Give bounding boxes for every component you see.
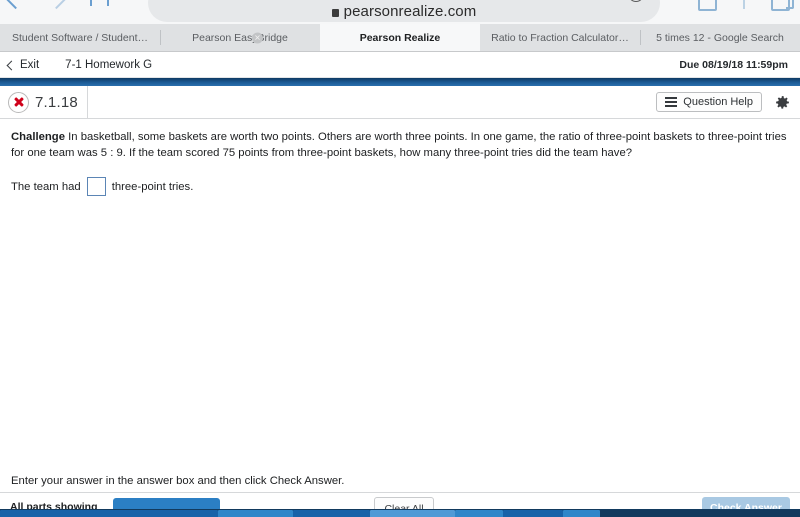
taskbar-window-0[interactable]: [0, 510, 219, 517]
answer-input[interactable]: [86, 177, 106, 196]
browser-tab-3[interactable]: Ratio to Fraction Calculator…: [480, 24, 640, 51]
browser-tab-label: Pearson Realize: [359, 31, 441, 44]
lock-icon: [331, 9, 339, 17]
brand-divider: [0, 78, 800, 86]
gear-icon[interactable]: [774, 94, 791, 111]
tab-overview-icon[interactable]: [698, 0, 717, 11]
assignment-title: 7-1 Homework G: [65, 59, 153, 71]
due-date: Due 08/19/18 11:59pm: [679, 59, 788, 71]
question-toolbar: 7.1.18 Question Help: [0, 85, 800, 119]
instruction-text: Enter your answer in the answer box and …: [11, 475, 345, 487]
taskbar-window-1[interactable]: [218, 510, 294, 517]
clear-all-button[interactable]: Clear All: [374, 497, 434, 509]
taskbar-window-4[interactable]: [454, 510, 504, 517]
question-label: Challenge: [11, 131, 65, 143]
browser-tab-label: Student Software / Student…: [12, 31, 148, 44]
chevron-left-icon: [6, 60, 17, 70]
all-parts-label: All parts showing: [10, 501, 98, 509]
question-statement: In basketball, some baskets are worth tw…: [11, 131, 787, 159]
browser-toolbar: pearsonrealize.com: [0, 0, 800, 24]
browser-tab-2[interactable]: Pearson Realize: [320, 24, 480, 51]
check-answer-button[interactable]: Check Answer: [702, 497, 790, 509]
os-taskbar: [0, 509, 800, 517]
address-bar[interactable]: pearsonrealize.com: [148, 0, 660, 22]
question-help-button[interactable]: Question Help: [656, 92, 762, 112]
browser-tab-4[interactable]: 5 times 12 - Google Search: [640, 24, 800, 51]
browser-tab-label: Pearson EasyBridge: [192, 31, 288, 44]
question-help-label: Question Help: [683, 96, 753, 108]
instruction-bar: Enter your answer in the answer box and …: [0, 470, 800, 493]
url-text: pearsonrealize.com: [343, 3, 477, 20]
browser-tab-0[interactable]: Student Software / Student…: [0, 24, 160, 51]
list-icon: [665, 97, 678, 107]
browser-tabstrip: Student Software / Student… Pearson Easy…: [0, 24, 800, 52]
browser-tab-label: Ratio to Fraction Calculator…: [491, 31, 629, 44]
browser-toolbar-right: [698, 0, 794, 11]
exit-button-label: Exit: [20, 59, 40, 71]
question-text: Challenge In basketball, some baskets ar…: [11, 130, 789, 161]
taskbar-window-2[interactable]: [293, 510, 370, 517]
action-bar: All parts showing Clear All Check Answer: [0, 493, 800, 509]
show-parts-button[interactable]: [113, 498, 220, 509]
question-body: Challenge In basketball, some baskets ar…: [0, 119, 800, 470]
answer-suffix: three-point tries.: [111, 180, 194, 193]
red-x-icon: [8, 91, 29, 113]
close-icon[interactable]: ✕: [252, 32, 263, 43]
forward-icon[interactable]: [45, 0, 68, 9]
browser-window: pearsonrealize.com Student Software / St…: [0, 0, 800, 517]
taskbar-window-6[interactable]: [563, 510, 600, 517]
assignment-header: Exit 7-1 Homework G Due 08/19/18 11:59pm: [0, 53, 800, 78]
browser-tab-label: 5 times 12 - Google Search: [656, 31, 784, 44]
browser-tab-1[interactable]: Pearson EasyBridge ✕: [160, 24, 320, 51]
question-toolbar-actions: Question Help: [656, 92, 800, 112]
answer-sentence: The team had three-point tries.: [11, 177, 789, 196]
taskbar-window-3[interactable]: [369, 510, 455, 517]
divider-icon: [743, 0, 745, 9]
browser-nav-icons: [4, 0, 109, 13]
new-window-icon[interactable]: [771, 0, 794, 11]
url-text-wrap: pearsonrealize.com: [331, 3, 477, 21]
question-id-group: 7.1.18: [0, 85, 88, 119]
question-id: 7.1.18: [35, 93, 78, 111]
answer-prefix: The team had: [11, 180, 81, 193]
bookmark-icon[interactable]: [90, 0, 109, 13]
back-icon[interactable]: [4, 0, 27, 9]
taskbar-window-5[interactable]: [503, 510, 564, 517]
reload-icon[interactable]: [628, 0, 644, 2]
exit-button[interactable]: Exit: [6, 59, 40, 71]
